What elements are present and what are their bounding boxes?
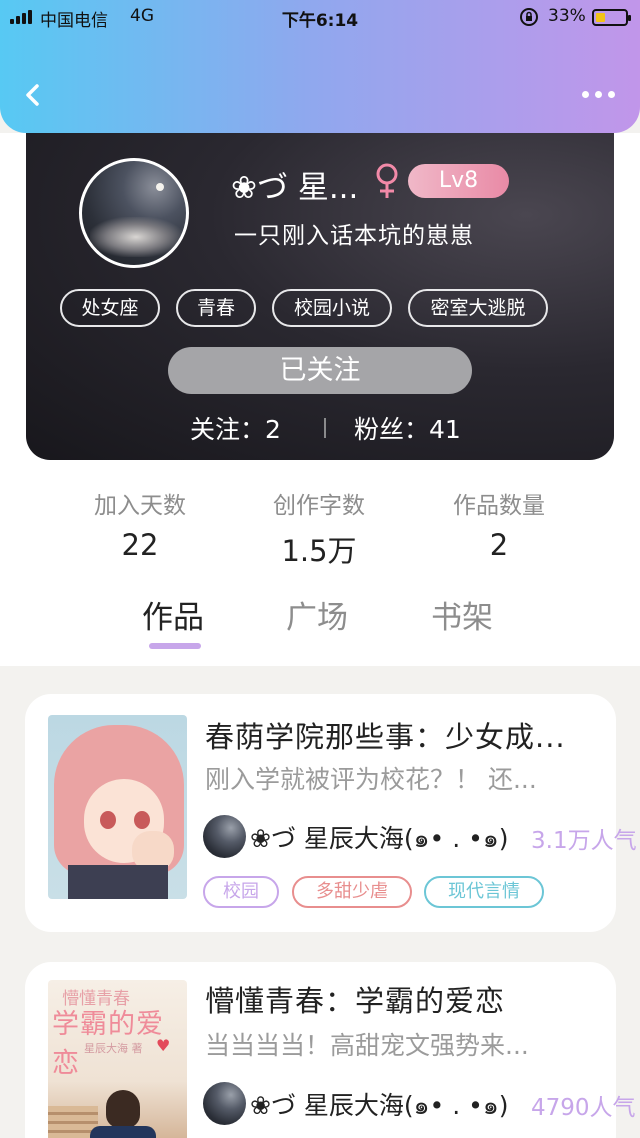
tab-works[interactable]: 作品 [142,592,204,637]
popularity-count: 3.1万人气 [531,828,637,854]
author-name: ❀づ 星辰大海(๑• . •๑) [250,1091,509,1120]
stat-value: 1.5万 [281,534,357,568]
active-tab-indicator [149,643,201,649]
more-dots-icon[interactable] [580,86,618,104]
work-tag[interactable]: 现代言情 [424,876,544,908]
stat-value: 22 [121,528,159,562]
avatar-moon [156,183,164,191]
profile-avatar[interactable] [79,158,189,268]
cover-text: 星辰大海 著 [84,1042,143,1055]
stat-label: 加入天数 [94,493,186,519]
battery-level-fill [596,13,605,22]
work-cover-image[interactable]: 懵懂青春 学霸的爱恋 星辰大海 著 ♥ [48,980,187,1138]
stat-work-count: 作品数量 2 [419,486,579,562]
rotation-lock-icon [520,8,538,26]
work-description: 当当当当！高甜宠文强势来... [205,1031,529,1060]
profile-tag[interactable]: 青春 [176,289,256,327]
tab-square[interactable]: 广场 [286,592,348,637]
profile-tag[interactable]: 密室大逃脱 [408,289,548,327]
follow-button[interactable]: 已关注 [168,347,472,394]
work-author-row: ❀づ 星辰大海(๑• . •๑) 3.1万人气 [203,815,637,859]
battery-percent: 33% [548,6,586,26]
work-description: 刚入学就被评为校花？！ 还... [205,765,537,794]
heart-icon: ♥ [156,1036,171,1055]
stat-label: 作品数量 [453,493,545,519]
content-tabs: 作品 广场 书架 [0,592,640,662]
author-avatar[interactable] [203,1082,246,1125]
stat-value: 2 [489,528,509,562]
follow-stats: 关注：2 粉丝：41 [26,410,614,446]
header-bar: 中国电信 4G 下午6:14 33% [0,0,640,133]
work-tag[interactable]: 校园 [203,876,279,908]
tab-bookshelf[interactable]: 书架 [431,592,493,637]
stat-label: 创作字数 [273,493,365,519]
status-time: 下午6:14 [281,11,359,31]
work-tag[interactable]: 多甜少虐 [292,876,412,908]
work-cover-image[interactable] [48,715,187,899]
stats-divider [324,418,326,438]
stat-word-count: 创作字数 1.5万 [239,486,399,570]
profile-nickname: ❀づ 星... [231,170,359,206]
female-icon [376,163,398,198]
work-card[interactable]: 春荫学院那些事：少女成... 刚入学就被评为校花？！ 还... ❀づ 星辰大海(… [25,694,637,932]
battery-icon [592,9,631,26]
author-avatar[interactable] [203,815,246,858]
following-count[interactable]: 关注：2 [190,410,281,446]
popularity-count: 4790人气 [531,1095,636,1121]
author-name: ❀づ 星辰大海(๑• . •๑) [250,824,509,853]
stat-join-days: 加入天数 22 [60,486,220,562]
profile-tag[interactable]: 处女座 [60,289,160,327]
profile-bio: 一只刚入话本坑的崽崽 [234,223,474,249]
status-bar: 中国电信 4G 下午6:14 33% [0,0,640,34]
work-author-row: ❀づ 星辰大海(๑• . •๑) 4790人气 [203,1082,636,1126]
profile-tag[interactable]: 校园小说 [272,289,392,327]
back-chevron-icon[interactable] [20,80,46,110]
work-card[interactable]: 懵懂青春 学霸的爱恋 星辰大海 著 ♥ 懵懂青春：学霸的爱恋 当当当当！高甜宠文… [25,962,636,1138]
stats-panel: 加入天数 22 创作字数 1.5万 作品数量 2 [52,452,588,582]
level-badge: Lv8 [408,164,509,198]
profile-card: ❀づ 星... Lv8 一只刚入话本坑的崽崽 处女座 青春 校园小说 密室大逃脱… [26,110,614,460]
work-title[interactable]: 懵懂青春：学霸的爱恋 [205,978,505,1020]
work-title[interactable]: 春荫学院那些事：少女成... [205,714,566,756]
fans-count[interactable]: 粉丝：41 [354,410,461,446]
